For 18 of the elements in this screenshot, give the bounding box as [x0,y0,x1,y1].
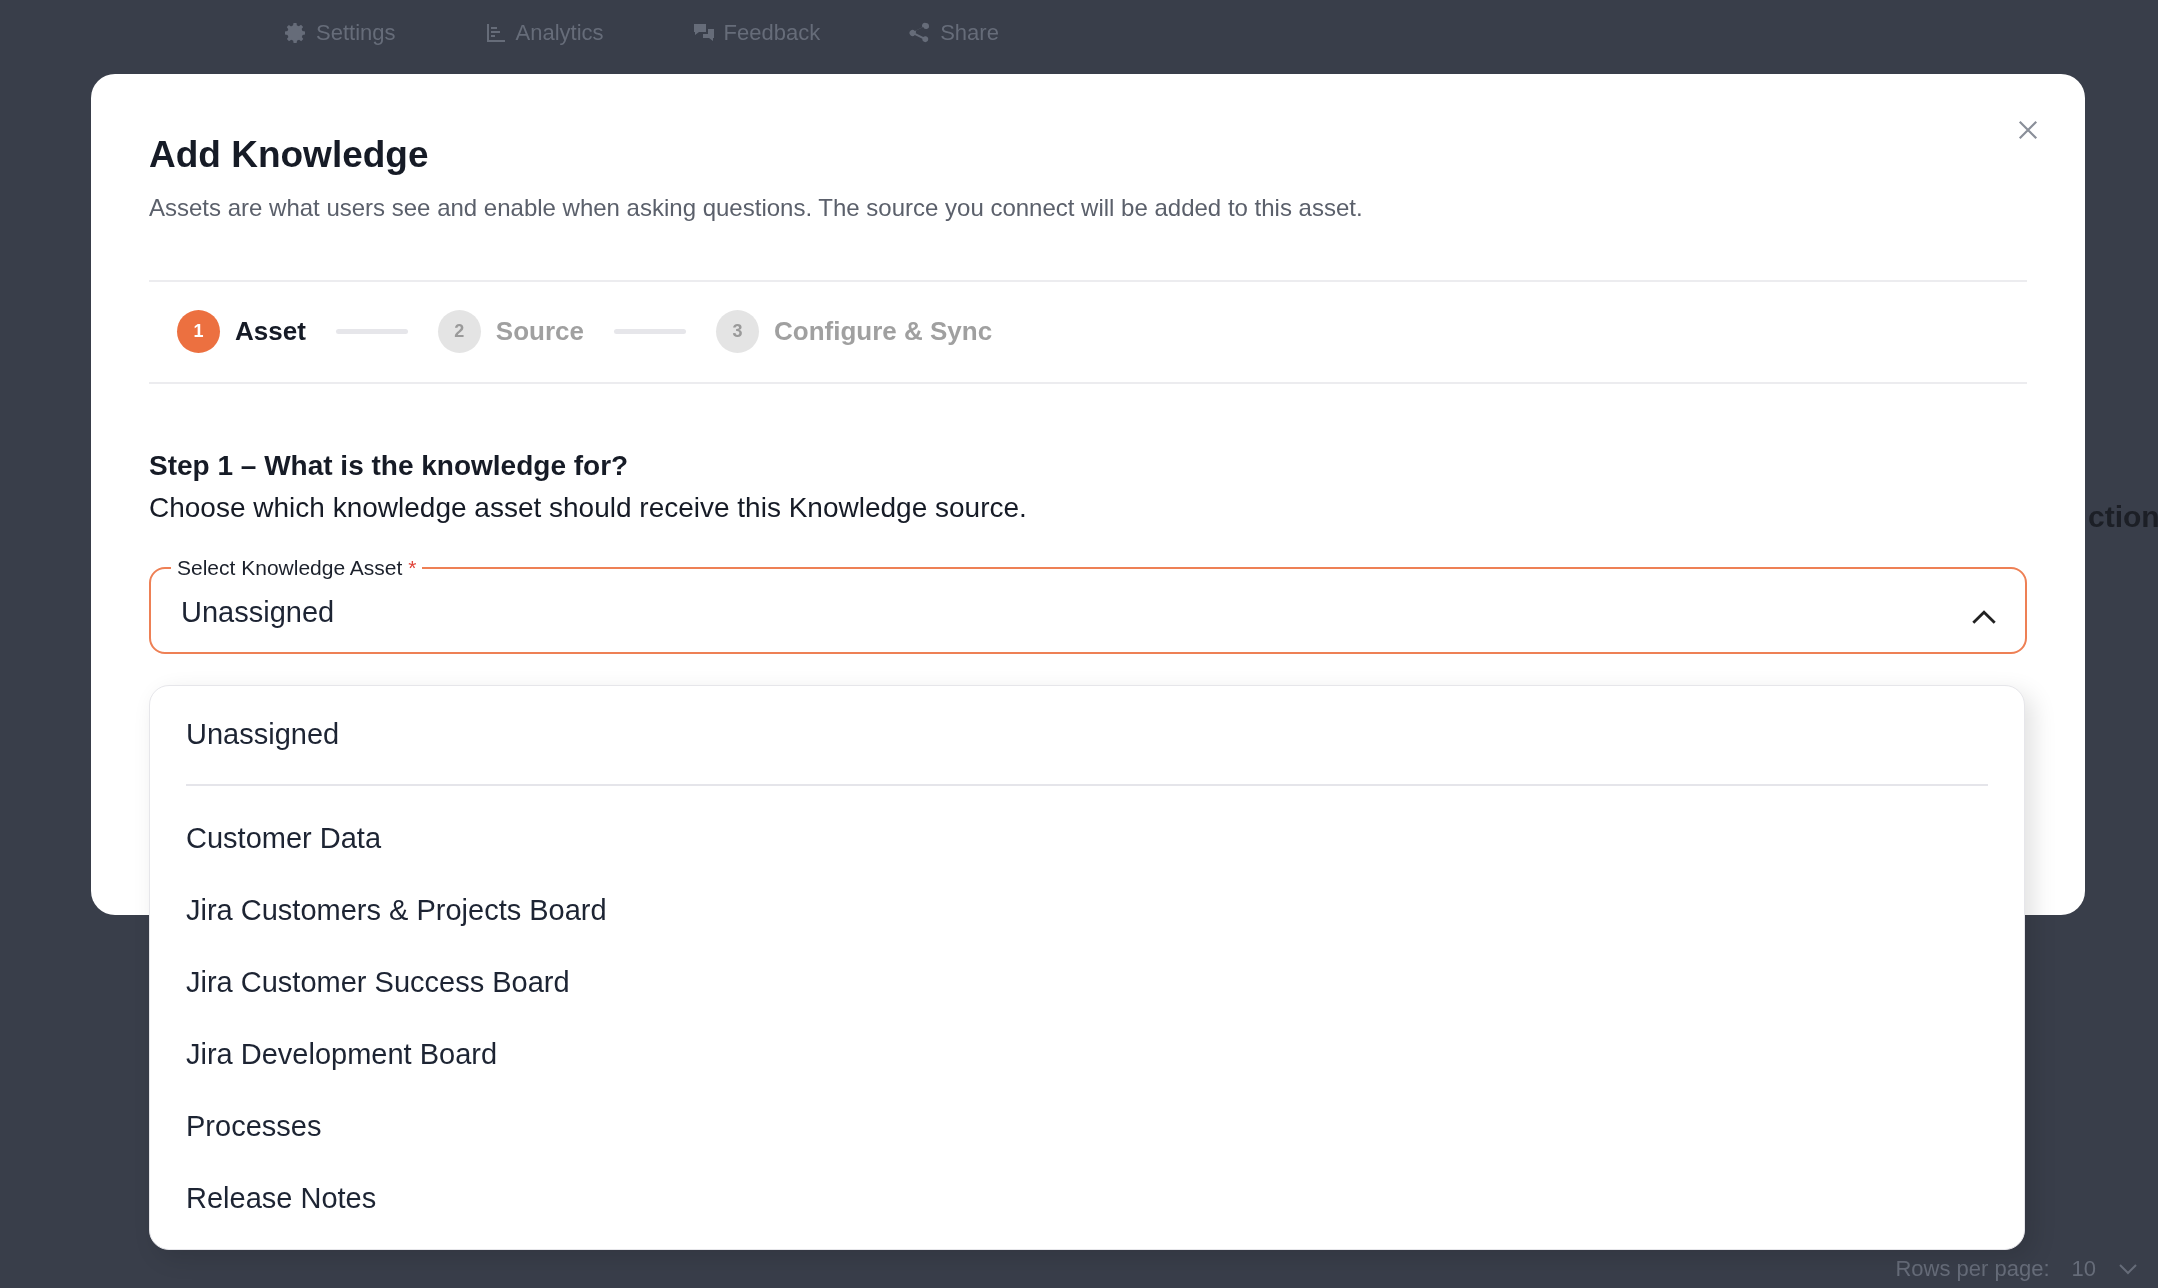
dropdown-option[interactable]: Jira Customers & Projects Board [186,886,1988,958]
chevron-up-icon [1971,610,1997,625]
step-item: 1 Asset [177,310,306,353]
dropdown-option[interactable]: Jira Development Board [186,1030,1988,1102]
step-item: 2 Source [437,310,584,353]
step-heading: Step 1 – What is the knowledge for? [149,450,630,482]
dropdown-option[interactable]: Unassigned [186,710,1988,758]
dialog-subtitle: Assets are what users see and enable when asking questions. The source you connect will be added to this asset. [149,194,2027,282]
gear-icon [284,21,308,45]
dropdown-option[interactable]: Customer Data [186,814,1988,886]
dropdown-option[interactable]: Processes [186,1102,1988,1174]
chevron-down-icon [2118,1263,2138,1275]
close-icon[interactable] [2017,119,2039,141]
dropdown-option[interactable]: Jira Customer Success Board [186,958,1988,1030]
step-description: Choose which knowledge asset should receive this Knowledge source. [149,492,1028,524]
dialog-title: Add Knowledge [149,134,430,176]
step-item: 3 Configure & Sync [716,310,993,353]
dropdown-option[interactable]: Release Notes [186,1174,1988,1222]
